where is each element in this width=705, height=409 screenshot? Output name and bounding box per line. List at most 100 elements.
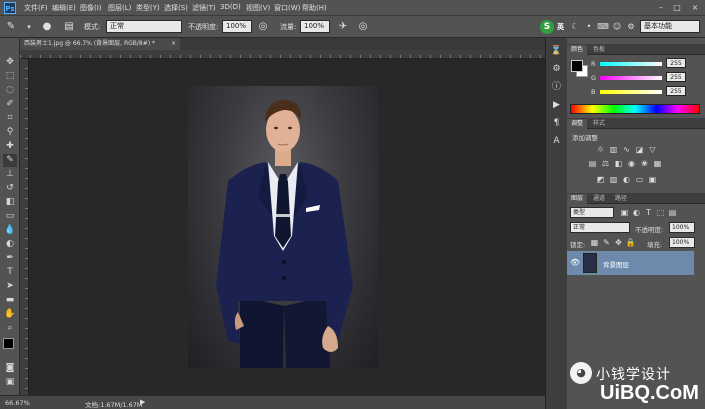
ime-user-icon[interactable]: ☺ [610, 20, 624, 34]
quick-mask-icon[interactable]: ◙ [3, 362, 17, 375]
color-spectrum-bar[interactable] [570, 104, 700, 114]
flow-input[interactable]: 100% [300, 20, 330, 33]
curves-icon[interactable]: ∿ [621, 144, 632, 155]
ime-keyboard-icon[interactable]: ⌨ [596, 20, 610, 34]
eraser-tool-icon[interactable]: ◧ [3, 196, 17, 209]
healing-tool-icon[interactable]: ✚ [3, 140, 17, 153]
photo-filter-icon[interactable]: ◉ [626, 158, 637, 169]
lock-paint-icon[interactable]: ✎ [601, 237, 612, 248]
ime-logo-icon[interactable]: S [540, 20, 554, 34]
green-value[interactable]: 255 [666, 72, 686, 82]
close-icon[interactable]: × [688, 2, 702, 14]
brush-size-icon[interactable]: ● [40, 20, 54, 34]
filter-shape-icon[interactable]: ⬚ [655, 207, 666, 218]
brush-tool-icon[interactable]: ✎ [3, 154, 17, 167]
eyedropper-tool-icon[interactable]: ⚲ [3, 126, 17, 139]
tab-layers[interactable]: 图层 [567, 194, 588, 204]
menu-3d[interactable]: 3D(D) [220, 3, 241, 11]
layer-row[interactable]: 👁 背景图层 [567, 251, 694, 275]
menu-filter[interactable]: 滤镜(T) [192, 3, 216, 13]
visibility-eye-icon[interactable]: 👁 [570, 258, 580, 267]
move-tool-icon[interactable]: ✥ [3, 56, 17, 69]
color-panel-foreground-swatch[interactable] [571, 60, 583, 72]
pen-tool-icon[interactable]: ✒ [3, 252, 17, 265]
filter-type-icon[interactable]: T [643, 207, 654, 218]
brightness-icon[interactable]: ☼ [595, 144, 606, 155]
minimize-icon[interactable]: – [654, 2, 668, 14]
channel-mixer-icon[interactable]: ❀ [639, 158, 650, 169]
menu-view[interactable]: 视图(V) [246, 3, 270, 13]
layer-filter-select[interactable]: 类型 [570, 207, 614, 218]
paragraph-panel-icon[interactable]: ¶ [549, 116, 564, 130]
tab-close-icon[interactable]: × [171, 38, 176, 50]
ime-moon-icon[interactable]: ☾ [568, 20, 582, 34]
brush-dropdown-icon[interactable]: ▾ [22, 20, 36, 34]
gradient-tool-icon[interactable]: ▭ [3, 210, 17, 223]
lasso-tool-icon[interactable]: ◌ [3, 84, 17, 97]
zoom-tool-icon[interactable]: ⌕ [3, 322, 17, 335]
color-balance-icon[interactable]: ⚖ [600, 158, 611, 169]
layer-opacity-input[interactable]: 100% [669, 222, 695, 233]
foreground-color-swatch[interactable] [3, 338, 14, 349]
ime-punct-icon[interactable]: • [582, 20, 596, 34]
screen-mode-icon[interactable]: ▣ [3, 376, 17, 389]
menu-type[interactable]: 类型(Y) [136, 3, 160, 13]
character-panel-icon[interactable]: A [549, 134, 564, 148]
black-white-icon[interactable]: ◧ [613, 158, 624, 169]
invert-icon[interactable]: ◩ [595, 174, 606, 185]
threshold-icon[interactable]: ◐ [621, 174, 632, 185]
blur-tool-icon[interactable]: 💧 [3, 224, 17, 237]
menu-layer[interactable]: 图层(L) [108, 3, 131, 13]
filter-smart-icon[interactable]: ▤ [667, 207, 678, 218]
status-arrow-icon[interactable]: ▶ [140, 398, 145, 406]
quick-select-tool-icon[interactable]: ✐ [3, 98, 17, 111]
menu-help[interactable]: 帮助(H) [302, 3, 327, 13]
actions-panel-icon[interactable]: ▶ [549, 98, 564, 112]
info-panel-icon[interactable]: ⓘ [549, 80, 564, 94]
history-panel-icon[interactable]: ⌛ [549, 44, 564, 58]
selective-color-icon[interactable]: ▣ [647, 174, 658, 185]
lock-move-icon[interactable]: ✥ [613, 237, 624, 248]
ime-mode-label[interactable]: 英 [557, 22, 564, 32]
path-select-tool-icon[interactable]: ➤ [3, 280, 17, 293]
red-value[interactable]: 255 [666, 58, 686, 68]
filter-adjust-icon[interactable]: ◐ [631, 207, 642, 218]
zoom-level[interactable]: 66.67% [5, 399, 30, 407]
red-slider-track[interactable] [600, 62, 662, 66]
maximize-icon[interactable]: □ [670, 2, 684, 14]
green-slider-track[interactable] [600, 76, 662, 80]
exposure-icon[interactable]: ◪ [634, 144, 645, 155]
type-tool-icon[interactable]: T [3, 266, 17, 279]
lock-pixels-icon[interactable]: ▦ [589, 237, 600, 248]
pressure-opacity-icon[interactable]: ◎ [256, 20, 270, 34]
ime-tools-icon[interactable]: ⚙ [624, 20, 638, 34]
filter-pixel-icon[interactable]: ▣ [619, 207, 630, 218]
hand-tool-icon[interactable]: ✋ [3, 308, 17, 321]
lock-all-icon[interactable]: 🔒 [625, 237, 636, 248]
history-brush-tool-icon[interactable]: ↺ [3, 182, 17, 195]
menu-window[interactable]: 窗口(W) [274, 3, 300, 13]
tab-swatches[interactable]: 色板 [589, 45, 609, 55]
levels-icon[interactable]: ▥ [608, 144, 619, 155]
tab-paths[interactable]: 路径 [611, 194, 631, 204]
properties-panel-icon[interactable]: ⚙ [549, 62, 564, 76]
layer-name[interactable]: 背景图层 [603, 259, 629, 269]
opacity-input[interactable]: 100% [222, 20, 252, 33]
crop-tool-icon[interactable]: ⌗ [3, 112, 17, 125]
menu-file[interactable]: 文件(F) [24, 3, 48, 13]
blue-value[interactable]: 255 [666, 86, 686, 96]
menu-select[interactable]: 选择(S) [164, 3, 188, 13]
airbrush-icon[interactable]: ✈ [336, 20, 350, 34]
document-image[interactable] [188, 86, 378, 368]
menu-edit[interactable]: 编辑(E) [52, 3, 76, 13]
fill-input[interactable]: 100% [669, 237, 695, 248]
blue-slider-track[interactable] [600, 90, 662, 94]
hue-saturation-icon[interactable]: ▤ [587, 158, 598, 169]
brush-panel-icon[interactable]: ▤ [62, 20, 76, 34]
blend-mode-select[interactable]: 正常 [570, 222, 630, 233]
menu-image[interactable]: 图像(I) [80, 3, 102, 13]
clone-stamp-tool-icon[interactable]: ⊥ [3, 168, 17, 181]
workspace-select[interactable]: 基本功能 [640, 20, 700, 33]
brush-preset-icon[interactable]: ✎ [4, 20, 18, 34]
tab-color[interactable]: 颜色 [567, 45, 588, 55]
